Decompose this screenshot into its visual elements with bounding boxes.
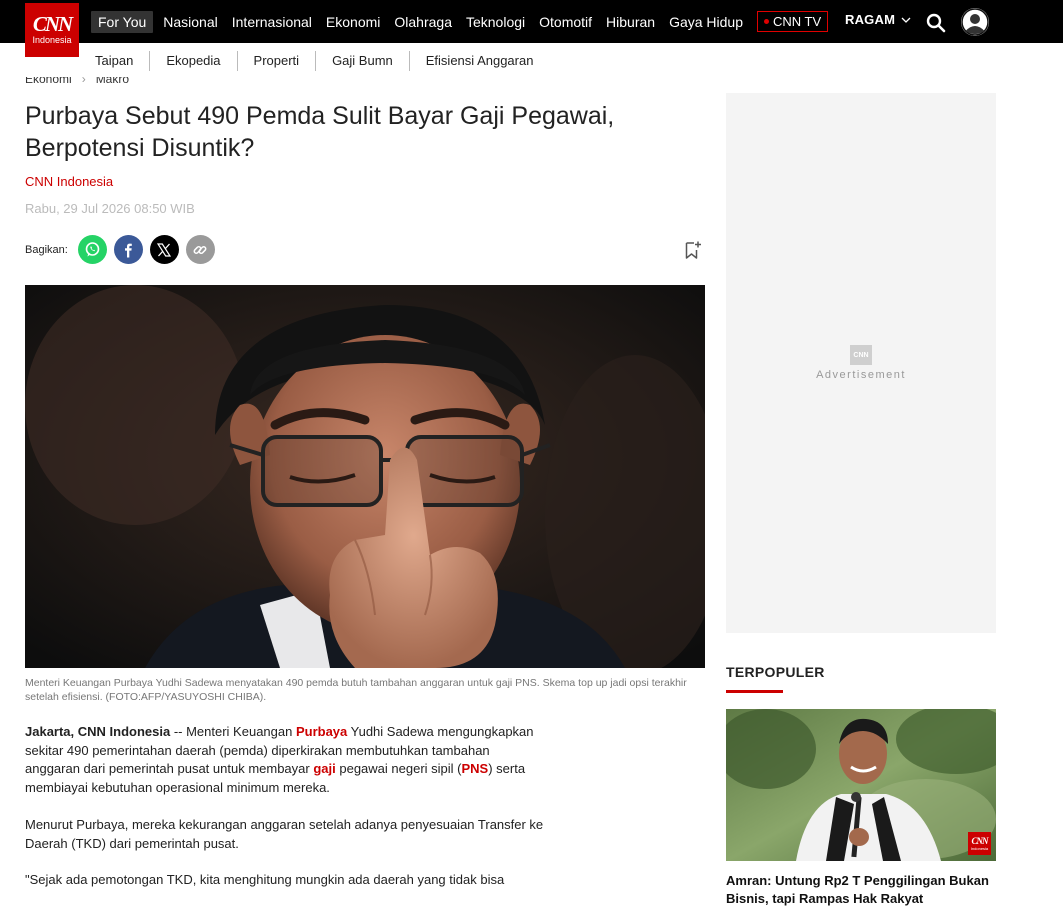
main-nav: For You Nasional Internasional Ekonomi O…: [91, 0, 829, 43]
nav-item-teknologi[interactable]: Teknologi: [466, 11, 525, 33]
nav-item-olahraga[interactable]: Olahraga: [394, 11, 452, 33]
x-icon: [157, 242, 172, 257]
nav-item-otomotif[interactable]: Otomotif: [539, 11, 592, 33]
copy-link-button[interactable]: [185, 235, 215, 264]
breadcrumb-item-ekonomi[interactable]: Ekonomi: [25, 77, 72, 86]
paragraph-text: pegawai negeri sipil (: [335, 761, 462, 777]
share-bar: Bagikan:: [25, 235, 222, 264]
nav-item-ekonomi[interactable]: Ekonomi: [326, 11, 380, 33]
article-author[interactable]: CNN Indonesia: [25, 174, 113, 189]
logo-sub-text: Indonesia: [32, 35, 72, 45]
article-paragraph-3: "Sejak ada pemotongan TKD, kita menghitu…: [25, 872, 505, 888]
popular-image-cnn-badge: CNN Indonesia: [968, 832, 991, 855]
nav-item-hiburan[interactable]: Hiburan: [606, 11, 655, 33]
search-icon[interactable]: [926, 13, 946, 33]
facebook-icon: [125, 243, 133, 257]
breadcrumb: Ekonomi › Makro: [25, 77, 129, 91]
subnav-item-properti[interactable]: Properti: [236, 51, 316, 71]
user-icon: [961, 8, 989, 36]
popular-item-image[interactable]: CNN Indonesia: [726, 709, 996, 861]
logo-main-text: CNN: [32, 12, 73, 36]
badge-sub-text: Indonesia: [970, 845, 989, 851]
dateline: Jakarta, CNN Indonesia: [25, 724, 171, 739]
paragraph-text: -- Menteri Keuangan: [170, 724, 296, 739]
article-main-photo: [25, 285, 705, 668]
nav-item-nasional[interactable]: Nasional: [163, 11, 217, 33]
chevron-right-icon: ›: [81, 77, 86, 86]
ragam-dropdown[interactable]: RAGAM: [845, 12, 911, 27]
subnav-item-ekopedia[interactable]: Ekopedia: [149, 51, 236, 71]
link-icon: [193, 245, 207, 254]
sub-nav: Taipan Ekopedia Properti Gaji Bumn Efisi…: [95, 50, 549, 72]
bookmark-icon[interactable]: [684, 240, 702, 260]
popular-photo-illustration: [726, 709, 996, 861]
subnav-item-efisiensi-anggaran[interactable]: Efisiensi Anggaran: [408, 51, 550, 71]
nav-item-for-you[interactable]: For You: [91, 10, 154, 33]
tag-link-pns[interactable]: PNS: [461, 761, 488, 776]
nav-item-gaya-hidup[interactable]: Gaya Hidup: [669, 11, 743, 33]
chevron-down-icon: [901, 17, 911, 23]
user-avatar[interactable]: [961, 8, 989, 36]
popular-item-title[interactable]: Amran: Untung Rp2 T Penggilingan Bukan B…: [726, 872, 996, 908]
breadcrumb-item-makro[interactable]: Makro: [96, 77, 129, 86]
article-paragraph-1: Jakarta, CNN Indonesia -- Menteri Keuang…: [25, 723, 545, 798]
ragam-label: RAGAM: [845, 12, 896, 27]
article-paragraph-2: Menurut Purbaya, mereka kekurangan angga…: [25, 816, 544, 851]
article-title: Purbaya Sebut 490 Pemda Sulit Bayar Gaji…: [25, 102, 615, 162]
whatsapp-icon: [85, 242, 100, 257]
live-dot-icon: [764, 19, 770, 24]
popular-heading-underline: [726, 690, 783, 693]
tag-link-purbaya[interactable]: Purbaya: [296, 724, 347, 739]
cnn-tv-button[interactable]: CNN TV: [757, 11, 829, 32]
advertisement-slot[interactable]: CNN Advertisement: [726, 93, 996, 633]
cnn-indonesia-logo[interactable]: CNN Indonesia: [25, 3, 79, 57]
advertisement-label: Advertisement: [816, 369, 906, 381]
share-whatsapp-button[interactable]: [77, 235, 107, 264]
tag-link-gaji[interactable]: gaji: [313, 761, 335, 776]
subnav-item-gaji-bumn[interactable]: Gaji Bumn: [315, 51, 409, 71]
share-facebook-button[interactable]: [113, 235, 143, 264]
popular-heading: TERPOPULER: [726, 664, 825, 680]
ad-logo: CNN: [850, 345, 872, 365]
cnn-tv-label: CNN TV: [773, 14, 822, 29]
photo-illustration: [25, 285, 705, 668]
article-body: Jakarta, CNN Indonesia -- Menteri Keuang…: [25, 723, 545, 908]
article-date: Rabu, 29 Jul 2026 08:50 WIB: [25, 201, 195, 216]
nav-item-internasional[interactable]: Internasional: [232, 11, 312, 33]
badge-main-text: CNN: [971, 835, 988, 846]
share-x-button[interactable]: [149, 235, 179, 264]
share-label: Bagikan:: [25, 243, 68, 256]
subnav-item-taipan[interactable]: Taipan: [95, 51, 149, 71]
photo-caption: Menteri Keuangan Purbaya Yudhi Sadewa me…: [25, 677, 687, 703]
